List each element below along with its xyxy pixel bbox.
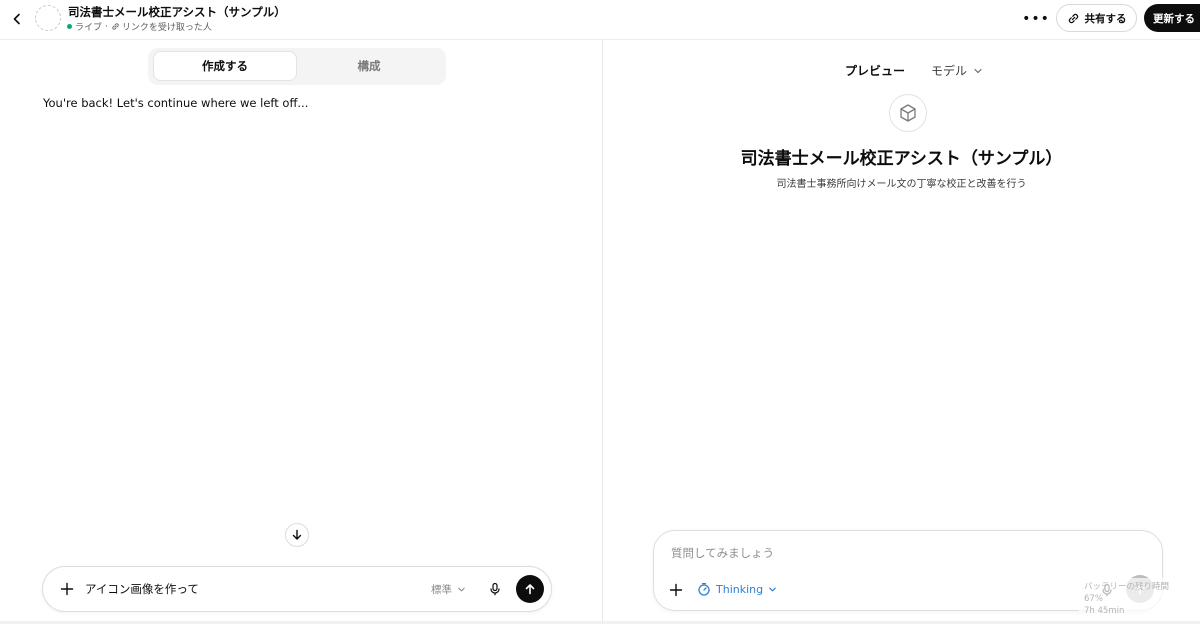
cube-icon bbox=[900, 104, 916, 122]
live-status-label: ライブ bbox=[75, 23, 103, 33]
plus-icon bbox=[669, 583, 683, 597]
more-icon: ••• bbox=[1022, 11, 1050, 27]
add-attachment-button[interactable] bbox=[666, 580, 686, 600]
gpt-name: 司法書士メール校正アシスト（サンプル） bbox=[68, 5, 286, 19]
status-separator: · bbox=[105, 21, 108, 32]
mic-icon bbox=[1102, 583, 1112, 597]
thinking-label: Thinking bbox=[716, 582, 764, 596]
thinking-mode-button[interactable]: Thinking bbox=[697, 582, 777, 596]
preview-input[interactable]: 質問してみましょう bbox=[671, 545, 774, 561]
link-icon bbox=[1068, 13, 1078, 23]
chevron-down-icon bbox=[458, 587, 465, 592]
send-button[interactable] bbox=[516, 575, 544, 603]
model-select[interactable]: モデル bbox=[931, 62, 983, 79]
chevron-down-icon bbox=[769, 587, 776, 591]
chevron-left-icon bbox=[13, 13, 20, 25]
builder-message: You're back! Let's continue where we lef… bbox=[43, 96, 309, 110]
arrow-down-icon bbox=[292, 529, 302, 540]
voice-input-button[interactable] bbox=[1097, 580, 1117, 600]
share-button[interactable]: 共有する bbox=[1056, 4, 1137, 32]
gpt-avatar-placeholder[interactable] bbox=[35, 5, 61, 31]
editor-tabs: 作成する 構成 bbox=[148, 48, 446, 85]
link-icon bbox=[111, 22, 120, 31]
arrow-up-icon bbox=[525, 584, 535, 595]
preview-gpt-description: 司法書士事務所向けメール文の丁寧な校正と改善を行う bbox=[776, 179, 1027, 190]
model-label: モデル bbox=[931, 64, 968, 78]
update-button[interactable]: 更新する bbox=[1144, 4, 1200, 32]
mic-icon bbox=[490, 582, 500, 596]
gpt-avatar bbox=[889, 94, 927, 132]
preview-pane: プレビュー モデル 司法書士メール校正アシスト（サンプル） 司法書士事務所向けメ… bbox=[603, 40, 1200, 624]
tab-preview[interactable]: プレビュー bbox=[845, 62, 905, 79]
timer-icon bbox=[698, 582, 710, 596]
back-button[interactable] bbox=[6, 8, 28, 30]
arrow-up-icon bbox=[1135, 584, 1145, 595]
gpt-status: ライブ · リンクを受け取った人 bbox=[67, 20, 212, 33]
send-button[interactable] bbox=[1126, 575, 1154, 603]
preview-composer: 質問してみましょう Thinking bbox=[653, 530, 1163, 611]
tab-create[interactable]: 作成する bbox=[153, 51, 297, 81]
tab-configure[interactable]: 構成 bbox=[297, 51, 441, 81]
top-header: 司法書士メール校正アシスト（サンプル） ライブ · リンクを受け取った人 •••… bbox=[0, 0, 1200, 40]
builder-input[interactable]: アイコン画像を作って bbox=[85, 581, 199, 597]
more-options-button[interactable]: ••• bbox=[1022, 8, 1050, 30]
preview-gpt-title: 司法書士メール校正アシスト（サンプル） bbox=[740, 149, 1063, 169]
update-label: 更新する bbox=[1153, 12, 1195, 25]
mode-label: 標準 bbox=[431, 584, 452, 596]
voice-input-button[interactable] bbox=[485, 579, 505, 599]
add-attachment-button[interactable] bbox=[57, 579, 77, 599]
live-status-dot bbox=[67, 24, 72, 29]
builder-composer: アイコン画像を作って 標準 bbox=[42, 566, 552, 612]
visibility-label: リンクを受け取った人 bbox=[121, 23, 212, 33]
share-label: 共有する bbox=[1084, 12, 1127, 25]
scroll-to-bottom-button[interactable] bbox=[285, 523, 309, 547]
mode-select[interactable]: 標準 bbox=[431, 582, 466, 597]
editor-pane: 作成する 構成 You're back! Let's continue wher… bbox=[0, 40, 602, 624]
chevron-down-icon bbox=[974, 68, 982, 73]
plus-icon bbox=[60, 582, 74, 596]
